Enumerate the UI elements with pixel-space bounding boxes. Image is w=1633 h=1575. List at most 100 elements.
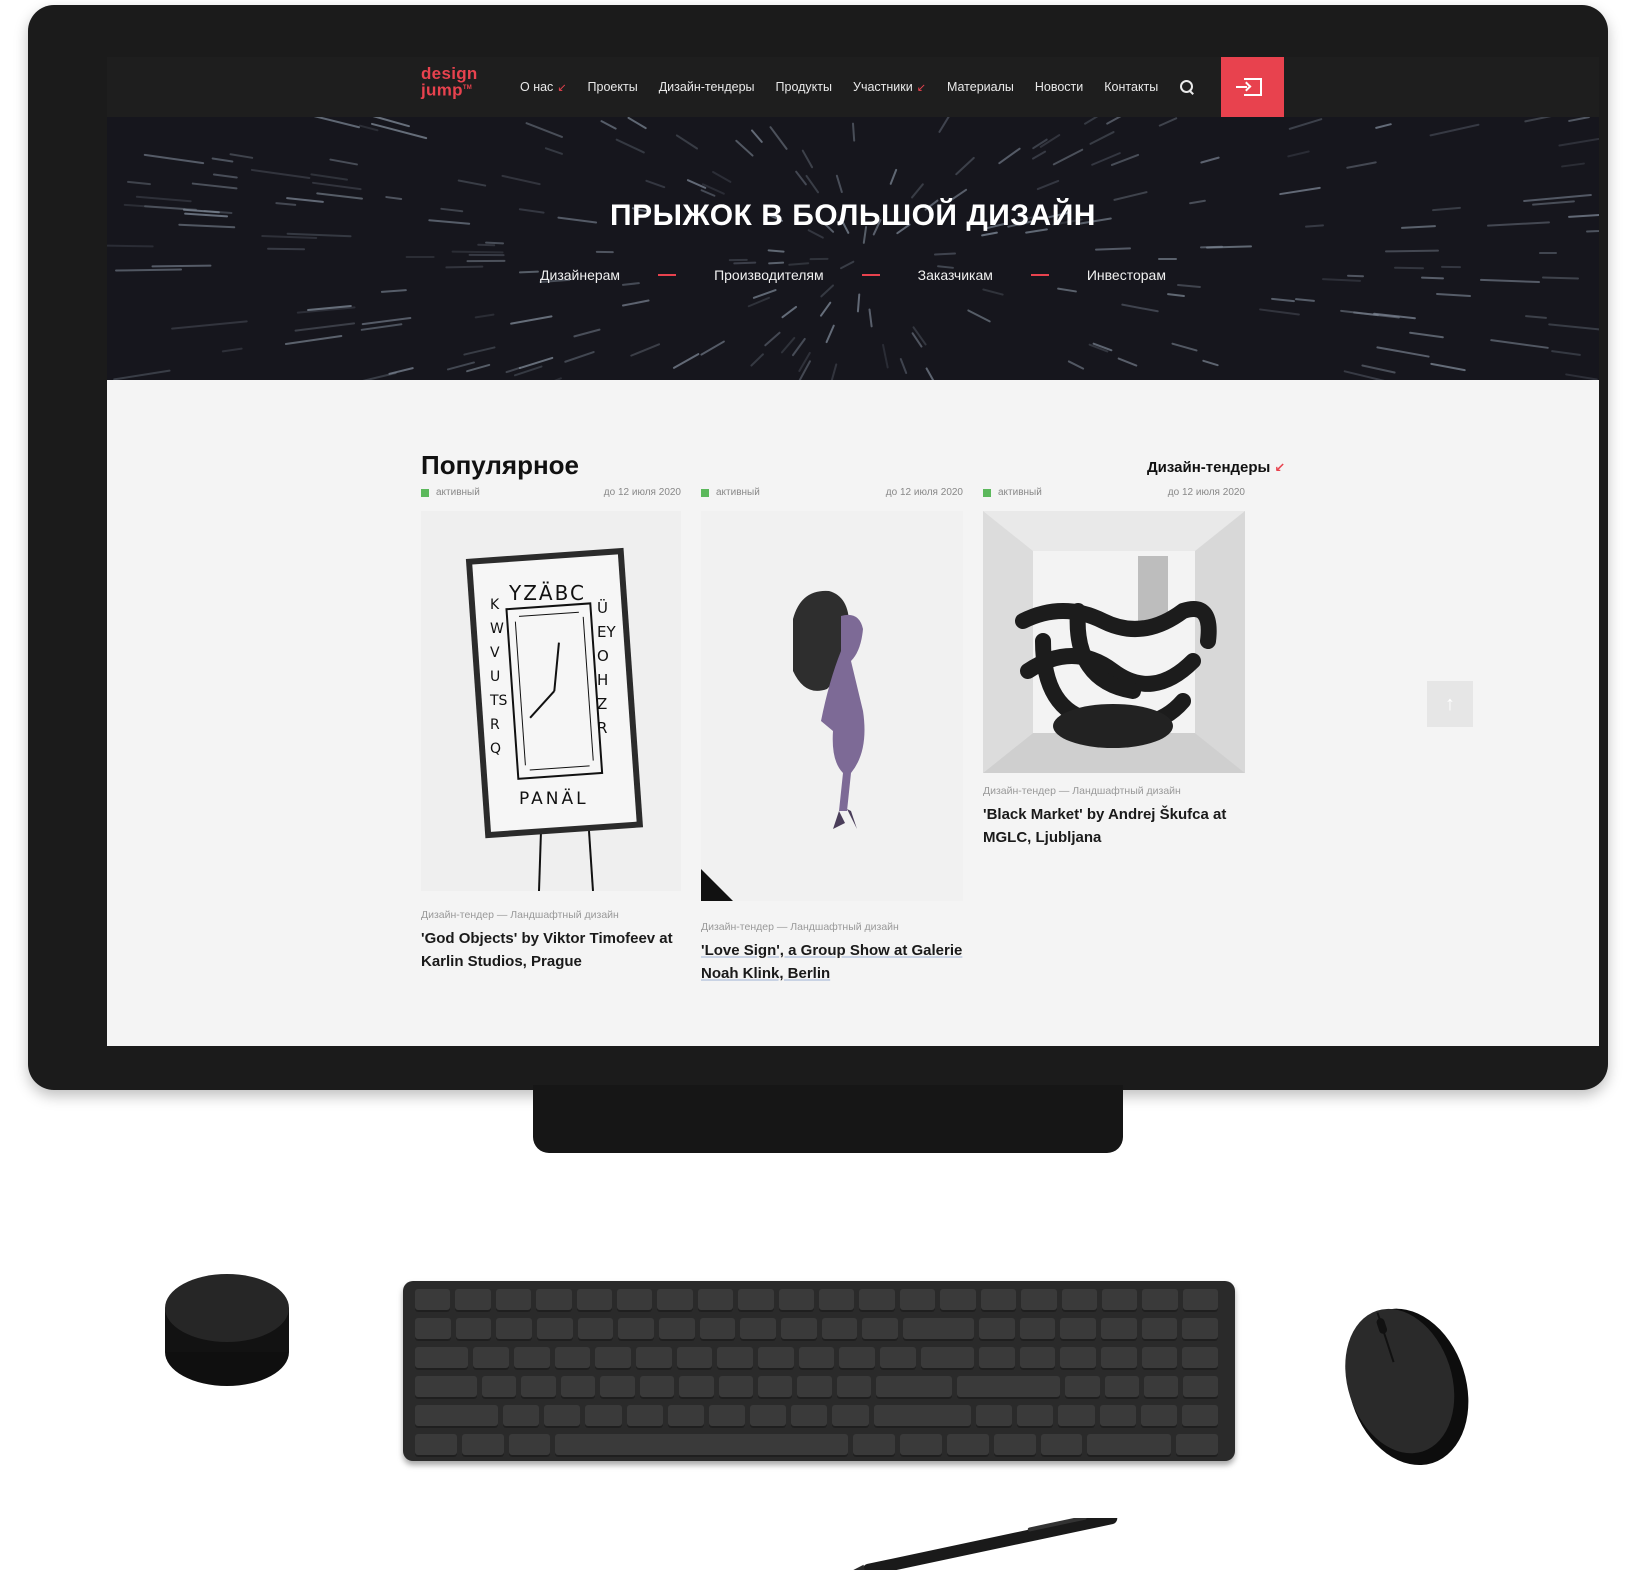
nav-item-contacts[interactable]: Контакты bbox=[1104, 80, 1158, 94]
hero-streak bbox=[388, 367, 414, 376]
hero-banner: ПРЫЖОК В БОЛЬШОЙ ДИЗАЙН Дизайнерам Произ… bbox=[107, 117, 1599, 380]
chevron-down-icon: ↙ bbox=[557, 81, 567, 94]
design-tenders-link[interactable]: Дизайн-тендеры ↙ bbox=[1147, 459, 1285, 476]
nav-item-materials[interactable]: Материалы bbox=[947, 80, 1014, 94]
card-title[interactable]: 'God Objects' by Viktor Timofeev at Karl… bbox=[421, 927, 673, 973]
hero-streak bbox=[630, 342, 661, 357]
hero-streak bbox=[525, 122, 564, 139]
hero-streak bbox=[307, 117, 360, 129]
hero-streak bbox=[1429, 123, 1481, 137]
hero-streak bbox=[510, 314, 554, 325]
hero-title: ПРЫЖОК В БОЛЬШОЙ ДИЗАЙН bbox=[610, 199, 1096, 232]
clock-letters-right: ÜEYOHZR bbox=[597, 599, 616, 737]
card-title[interactable]: 'Black Market' by Andrej Škufca at MGLC,… bbox=[983, 803, 1226, 849]
status-badge: активный bbox=[983, 487, 1042, 498]
nav-item-design-tenders[interactable]: Дизайн-тендеры bbox=[659, 80, 755, 94]
nav-item-members[interactable]: Участники ↙ bbox=[853, 80, 926, 94]
hero-streak bbox=[544, 146, 564, 155]
hero-streak bbox=[501, 174, 541, 186]
hero-streak bbox=[127, 180, 152, 185]
hero-streak bbox=[675, 133, 699, 150]
arrow-up-icon: ↑ bbox=[1445, 692, 1455, 715]
card-meta: активный до 12 июля 2020 bbox=[983, 487, 1245, 501]
hero-link-investors[interactable]: Инвесторам bbox=[1087, 267, 1166, 283]
hero-streak bbox=[794, 170, 808, 187]
hero-streak bbox=[1524, 314, 1547, 319]
card-category[interactable]: Дизайн-тендер — Ландшафтный дизайн bbox=[983, 785, 1181, 797]
hero-streak bbox=[222, 347, 243, 353]
login-icon bbox=[1235, 78, 1262, 96]
card-meta: активный до 12 июля 2020 bbox=[421, 487, 681, 501]
hero-link-designers[interactable]: Дизайнерам bbox=[540, 267, 620, 283]
card-category[interactable]: Дизайн-тендер — Ландшафтный дизайн bbox=[421, 909, 619, 921]
nav-item-news[interactable]: Новости bbox=[1035, 80, 1083, 94]
hero-streak bbox=[107, 244, 154, 248]
status-dot-icon bbox=[983, 488, 991, 497]
monitor-frame: design jumpTM О нас ↙ Проекты Дизайн-тенд… bbox=[28, 5, 1608, 1090]
hero-streak bbox=[966, 308, 991, 323]
hero-streak bbox=[1567, 117, 1590, 123]
login-button[interactable] bbox=[1221, 57, 1284, 117]
card-image[interactable] bbox=[983, 511, 1245, 773]
keyboard-row bbox=[415, 1289, 1223, 1312]
card-category[interactable]: Дизайн-тендер — Ландшафтный дизайн bbox=[701, 921, 899, 933]
hero-streak bbox=[1376, 345, 1431, 358]
status-badge: активный bbox=[421, 487, 480, 498]
hero-streak bbox=[644, 179, 666, 189]
hero-streak bbox=[1374, 123, 1393, 130]
card-meta: активный до 12 июля 2020 bbox=[701, 487, 963, 501]
hero-streak bbox=[828, 362, 838, 380]
hero-streak bbox=[1558, 133, 1599, 147]
hero-streak bbox=[810, 257, 829, 261]
card-image[interactable] bbox=[701, 511, 963, 901]
card-image[interactable]: YZÄBC ÜEYOHZR KWVUTSRQ PANÄL bbox=[421, 511, 681, 891]
nav-item-projects[interactable]: Проекты bbox=[588, 80, 638, 94]
nav-item-about[interactable]: О нас ↙ bbox=[520, 80, 567, 94]
hero-streak bbox=[1288, 118, 1323, 131]
hero-streak bbox=[381, 289, 408, 293]
hero-streak bbox=[627, 117, 648, 130]
hero-streak bbox=[1286, 150, 1309, 158]
hero-streak bbox=[1158, 257, 1177, 261]
hero-streak bbox=[768, 249, 785, 253]
hero-link-manufacturers[interactable]: Производителям bbox=[714, 267, 824, 283]
hero-streak bbox=[370, 122, 428, 140]
keyboard-row bbox=[415, 1405, 1223, 1428]
hero-streak bbox=[982, 288, 1004, 296]
project-card[interactable]: активный до 12 июля 2020 bbox=[983, 487, 1245, 857]
hero-link-clients[interactable]: Заказчикам bbox=[918, 267, 993, 283]
hero-streak bbox=[362, 316, 412, 325]
hero-streak bbox=[312, 181, 362, 191]
scroll-to-top-button[interactable]: ↑ bbox=[1427, 681, 1473, 727]
mouse-icon bbox=[1345, 1308, 1469, 1466]
keyboard-row bbox=[415, 1318, 1223, 1341]
monitor-stand bbox=[533, 1085, 1123, 1153]
hero-streak bbox=[1158, 117, 1178, 127]
site-logo[interactable]: design jumpTM bbox=[421, 65, 478, 99]
hero-streak bbox=[1294, 298, 1315, 303]
project-card[interactable]: активный до 12 июля 2020 Дизайн-тендер —… bbox=[701, 487, 963, 1007]
hero-streak bbox=[925, 367, 939, 380]
hero-streak bbox=[191, 182, 238, 190]
hero-streak bbox=[781, 305, 798, 319]
card-title[interactable]: 'Love Sign', a Group Show at Galerie Noa… bbox=[701, 939, 962, 985]
hero-streak bbox=[1551, 349, 1582, 357]
hero-streak bbox=[768, 261, 785, 264]
hero-streak bbox=[596, 251, 614, 254]
hero-streak bbox=[835, 174, 844, 194]
site-header: design jumpTM О нас ↙ Проекты Дизайн-тенд… bbox=[107, 57, 1599, 117]
hero-streak bbox=[1384, 249, 1440, 253]
hero-streak bbox=[747, 296, 771, 308]
hero-streak bbox=[360, 323, 403, 332]
status-badge: активный bbox=[701, 487, 760, 498]
nav-item-products[interactable]: Продукты bbox=[776, 80, 832, 94]
stylus-pen-icon bbox=[843, 1518, 1118, 1570]
hero-streak bbox=[1524, 117, 1560, 124]
hero-streak bbox=[466, 259, 506, 263]
hero-streak bbox=[749, 353, 765, 368]
project-card[interactable]: активный до 12 июля 2020 bbox=[421, 487, 681, 987]
search-icon[interactable] bbox=[1179, 79, 1195, 95]
hero-streak bbox=[212, 157, 234, 164]
hero-streak bbox=[801, 149, 814, 169]
hero-streak bbox=[469, 254, 505, 257]
